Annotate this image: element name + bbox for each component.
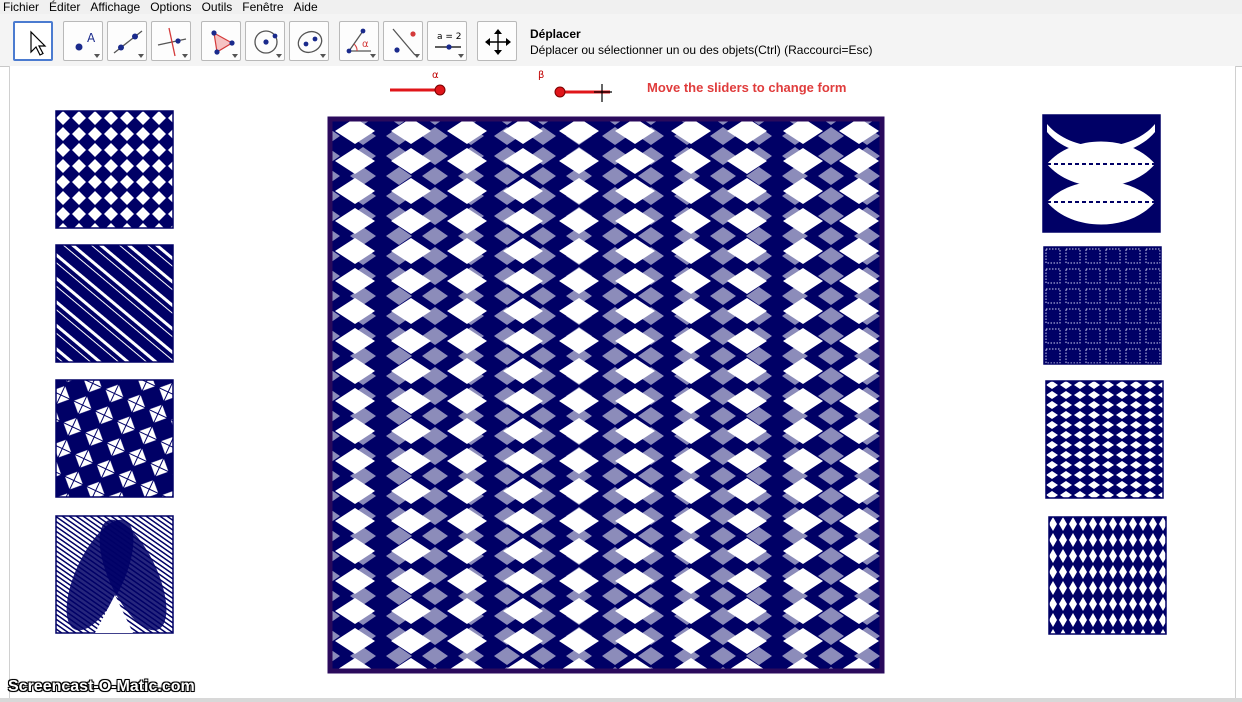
point-tool-button[interactable]: A (63, 21, 103, 61)
ellipse-tool-button[interactable] (289, 21, 329, 61)
line-tool-button[interactable] (107, 21, 147, 61)
move-graphics-view-icon (485, 29, 511, 55)
menu-fenetre[interactable]: Fenêtre (236, 0, 287, 14)
tool-help: Déplacer Déplacer ou sélectionner un ou … (530, 27, 873, 57)
toolbar: A α a = 2 Déplacer Déplacer ou sélection… (0, 14, 1242, 67)
thumbnail-right-2 (1043, 246, 1162, 365)
thumbnail-right-3 (1045, 380, 1164, 499)
thumbnail-left-4 (55, 515, 174, 634)
angle-tool-button[interactable]: α (339, 21, 379, 61)
tool-help-text: Déplacer ou sélectionner un ou des objet… (530, 43, 873, 57)
menu-fichier[interactable]: Fichier (0, 0, 43, 14)
thumbnail-left-2 (55, 244, 174, 363)
slider-beta-label: β (538, 70, 545, 81)
circle-tool-button[interactable] (245, 21, 285, 61)
main-pattern-frame (327, 116, 885, 674)
menu-options[interactable]: Options (144, 0, 195, 14)
menu-affichage[interactable]: Affichage (84, 0, 144, 14)
main-pattern-overlay (330, 119, 882, 671)
polygon-tool-button[interactable] (201, 21, 241, 61)
menu-outils[interactable]: Outils (196, 0, 237, 14)
slider-alpha[interactable] (388, 83, 446, 97)
slider-tool-label: a = 2 (437, 32, 462, 42)
watermark: Screencast-O-Matic.com (8, 678, 195, 695)
perpendicular-tool-button[interactable] (151, 21, 191, 61)
thumbnail-right-1 (1042, 114, 1161, 233)
slider-beta[interactable] (552, 83, 618, 103)
angle-tool-label: α (362, 39, 369, 50)
slider-beta-knob[interactable] (554, 86, 566, 98)
menu-bar: Fichier Éditer Affichage Options Outils … (0, 0, 1242, 14)
thumbnail-right-4 (1048, 516, 1167, 635)
bottom-edge (0, 698, 1242, 702)
move-tool-button[interactable] (13, 21, 53, 61)
menu-editer[interactable]: Éditer (43, 0, 84, 14)
move-view-tool-button[interactable] (477, 21, 517, 61)
menu-aide[interactable]: Aide (288, 0, 322, 14)
tool-help-title: Déplacer (530, 27, 581, 41)
point-tool-label: A (87, 31, 96, 45)
instruction-text: Move the sliders to change form (647, 80, 847, 95)
slider-alpha-label: α (432, 70, 439, 81)
reflect-tool-button[interactable] (383, 21, 423, 61)
thumbnail-left-1 (55, 110, 174, 229)
arrow-cursor-icon (30, 30, 47, 56)
slider-tool-button[interactable]: a = 2 (427, 21, 467, 61)
thumbnail-left-3 (55, 379, 174, 498)
slider-alpha-knob[interactable] (434, 84, 446, 96)
